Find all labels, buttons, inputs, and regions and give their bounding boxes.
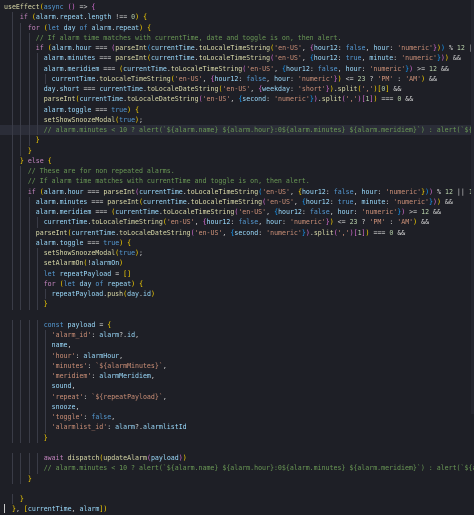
code-line[interactable] (0, 443, 474, 453)
code-line[interactable]: alarm.toggle === true) { (0, 104, 474, 115)
code-text: name, (51, 341, 72, 350)
code-text: setShowSnoozeModal(true); (43, 115, 144, 124)
code-text: } (43, 433, 48, 442)
code-text: // If alarm time matches with currentTim… (35, 33, 342, 42)
code-line[interactable]: 'meridiem': alarmMeridiem, (0, 371, 474, 382)
code-line[interactable]: // If alarm time matches with currentTim… (0, 176, 474, 187)
code-line[interactable]: } (0, 145, 474, 156)
code-line[interactable]: name, (0, 340, 474, 351)
code-line[interactable]: repeatPayload.push(day.id) (0, 289, 474, 300)
code-line[interactable]: let repeatPayload = [] (0, 268, 474, 279)
code-line[interactable]: await dispatch(updateAlarm(payload)) (0, 453, 474, 464)
code-text: } (43, 300, 48, 309)
code-line[interactable]: alarm.meridiem === (currentTime.toLocale… (0, 207, 474, 218)
code-line[interactable]: for (let day of repeat) { (0, 278, 474, 289)
code-text: } (19, 495, 24, 503)
code-text: alarm.meridiem === (currentTime.toLocale… (35, 208, 441, 216)
code-text: useEffect(async () => { (4, 3, 96, 11)
code-line[interactable]: parseInt(currentTime.toLocaleDateString(… (0, 227, 474, 238)
code-text: } (27, 146, 32, 155)
code-text: const payload = { (43, 320, 112, 329)
code-line[interactable]: currentTime.toLocaleTimeString('en-US', … (0, 73, 474, 84)
code-text: 'alarm_id': alarm?.id, (51, 331, 140, 339)
code-text: alarm.toggle === true) { (43, 105, 140, 114)
code-text: 'hour': alarmHour, (51, 351, 124, 360)
code-line[interactable] (0, 484, 474, 494)
code-line[interactable]: alarm.minutes === parseInt(currentTime.t… (0, 53, 474, 64)
code-line[interactable]: if (alarm.repeat.length !== 0) { (0, 12, 474, 23)
code-line[interactable]: snooze, (0, 401, 474, 412)
code-line[interactable]: if (alarm.hour === parseInt(currentTime.… (0, 186, 474, 197)
code-line[interactable]: } (0, 299, 474, 310)
code-line[interactable]: for (let day of alarm.repeat) { (0, 22, 474, 33)
code-text: for (let day of alarm.repeat) { (27, 23, 152, 32)
code-text: alarm.meridiem === (currentTime.toLocale… (43, 64, 449, 73)
code-line[interactable]: } (0, 135, 474, 146)
code-text: parseInt(currentTime.toLocaleDateString(… (43, 95, 414, 104)
code-line[interactable]: 'repeat': `${repeatPayload}`, (0, 391, 474, 402)
code-editor[interactable]: useEffect(async () => { if (alarm.repeat… (0, 0, 474, 514)
code-line[interactable]: 'alarm_id': alarm?.id, (0, 330, 474, 341)
code-text: parseInt(currentTime.toLocaleDateString(… (35, 228, 406, 237)
code-text: } else { (19, 156, 52, 165)
code-text: setAlarmOn(!alarmOn) (43, 259, 124, 268)
code-text: repeatPayload.push(day.id) (51, 290, 155, 298)
code-line[interactable]: day.short === currentTime.toLocaleDateSt… (0, 84, 474, 95)
code-line[interactable]: } (0, 432, 474, 443)
code-line[interactable]: // alarm.minutes < 10 ? alert(`${alarm.n… (0, 463, 474, 474)
code-text: await dispatch(updateAlarm(payload)) (43, 454, 187, 462)
code-line[interactable]: parseInt(currentTime.toLocaleDateString(… (0, 94, 474, 105)
code-text: let repeatPayload = [] (43, 269, 132, 278)
code-line[interactable]: // If alarm time matches with currentTim… (0, 32, 474, 43)
code-line[interactable] (0, 310, 474, 320)
code-line[interactable]: alarm.toggle === true) { (0, 237, 474, 248)
code-line[interactable]: 'alarmlist_id': alarm?.alarmlistId (0, 422, 474, 433)
code-text: for (let day of repeat) { (43, 279, 144, 288)
code-line[interactable]: } (0, 494, 474, 505)
code-text: currentTime.toLocaleTimeString('en-US', … (43, 218, 430, 227)
code-text: setShowSnoozeModal(true); (43, 249, 144, 257)
code-line[interactable]: alarm.meridiem === (currentTime.toLocale… (0, 63, 474, 74)
code-text: 'alarmlist_id': alarm?.alarmlistId (51, 423, 187, 432)
code-line[interactable]: setShowSnoozeModal(true); (0, 114, 474, 125)
code-text: // alarm.minutes < 10 ? alert(`${alarm.n… (43, 126, 474, 134)
code-line[interactable]: 'minutes': `${alarmMinutes}`, (0, 360, 474, 371)
code-line[interactable]: if (alarm.hour === (parseInt(currentTime… (0, 43, 474, 54)
text-cursor (4, 504, 5, 514)
code-text: sound, (51, 382, 76, 391)
code-line[interactable]: // alarm.minutes < 10 ? alert(`${alarm.n… (0, 125, 474, 136)
code-text: day.short === currentTime.toLocaleDateSt… (43, 85, 402, 93)
code-text: }, [currentTime, alarm]) (11, 505, 108, 514)
code-text: // alarm.minutes < 10 ? alert(`${alarm.n… (43, 464, 474, 473)
code-text: // If alarm time matches with currentTim… (27, 177, 310, 186)
code-line[interactable]: currentTime.toLocaleTimeString('en-US', … (0, 217, 474, 228)
code-line[interactable]: } (0, 473, 474, 484)
code-text: currentTime.toLocaleTimeString('en-US', … (51, 74, 437, 83)
code-area[interactable]: useEffect(async () => { if (alarm.repeat… (0, 2, 474, 515)
code-line[interactable]: sound, (0, 381, 474, 392)
code-line[interactable]: const payload = { (0, 319, 474, 330)
code-text: // These are for non repeated alarms. (27, 167, 175, 175)
code-text: if (alarm.repeat.length !== 0) { (19, 13, 148, 22)
code-text: } (27, 474, 32, 483)
code-text: 'repeat': `${repeatPayload}`, (51, 392, 167, 401)
code-text: 'minutes': `${alarmMinutes}`, (51, 361, 167, 370)
code-text: } (35, 136, 40, 145)
code-text: if (alarm.hour === (parseInt(currentTime… (35, 44, 474, 52)
code-line[interactable]: }, [currentTime, alarm]) (0, 504, 474, 514)
code-line[interactable]: setAlarmOn(!alarmOn) (0, 258, 474, 269)
code-line[interactable]: alarm.minutes === parseInt(currentTime.t… (0, 196, 474, 207)
code-text: 'meridiem': alarmMeridiem, (51, 372, 155, 380)
code-line[interactable]: useEffect(async () => { (0, 2, 474, 12)
code-text: alarm.minutes === parseInt(currentTime.t… (35, 197, 453, 206)
code-text: alarm.toggle === true) { (35, 238, 132, 247)
code-line[interactable]: setShowSnoozeModal(true); (0, 248, 474, 259)
code-line[interactable]: 'hour': alarmHour, (0, 350, 474, 361)
code-text: snooze, (51, 402, 80, 411)
code-line[interactable]: // These are for non repeated alarms. (0, 166, 474, 177)
code-text: alarm.minutes === parseInt(currentTime.t… (43, 54, 461, 63)
code-line[interactable]: } else { (0, 155, 474, 166)
code-text: if (alarm.hour === parseInt(currentTime.… (27, 187, 474, 196)
